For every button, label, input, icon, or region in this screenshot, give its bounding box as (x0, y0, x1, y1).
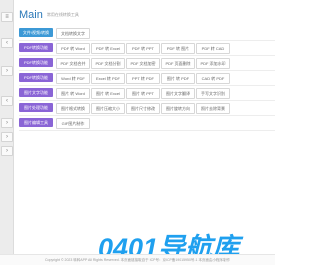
tool-button[interactable]: PDF 转 CAD (196, 43, 230, 54)
tool-button[interactable]: PDF 文档加密 (126, 58, 160, 69)
tool-button[interactable]: PDF 页面删除 (161, 58, 195, 69)
sidebar: ≡ ‹ › ‹ › › › (0, 0, 14, 264)
category-tag[interactable]: PDF转换功能 (19, 73, 53, 82)
category-tag[interactable]: PDF转换功能 (19, 43, 53, 52)
tool-group: GIF图片制作 (56, 118, 275, 129)
tool-row: 文件/视频/转换 文档转换文字 (19, 27, 275, 41)
tool-button[interactable]: Word 转 PDF (56, 73, 90, 84)
sidebar-item-5-button[interactable]: › (1, 132, 13, 142)
tool-button[interactable]: 照片去除背景 (196, 103, 230, 114)
category-tag[interactable]: 图片处理功能 (19, 103, 53, 112)
tool-button[interactable]: PDF 转 PPT (126, 43, 160, 54)
tool-row: PDF转换功能 PDF 文档合并 PDF 文档分割 PDF 文档加密 PDF 页… (19, 57, 275, 71)
tool-row: PDF转换功能 Word 转 PDF Excel 转 PDF PPT 转 PDF… (19, 72, 275, 86)
tool-button[interactable]: 手写文字识别 (196, 88, 230, 99)
category-tag[interactable]: 图片编辑工具 (19, 118, 53, 127)
chevron-right-icon: › (6, 134, 8, 140)
tool-button[interactable]: 图片 转 Excel (91, 88, 125, 99)
sidebar-item-1-button[interactable]: ‹ (1, 38, 13, 48)
tool-button[interactable]: 图片文字翻译 (161, 88, 195, 99)
tool-button[interactable]: 图片格式转换 (56, 103, 90, 114)
sidebar-item-3-button[interactable]: ‹ (1, 96, 13, 106)
chevron-left-icon: ‹ (6, 40, 8, 46)
tool-row: 图片编辑工具 GIF图片制作 (19, 117, 275, 131)
sidebar-menu-button[interactable]: ≡ (1, 12, 13, 22)
tool-button[interactable]: 图片 转 PPT (126, 88, 160, 99)
tool-group: 图片格式转换 图片压缩大小 图片尺寸修改 图片旋转方向 照片去除背景 (56, 103, 275, 114)
page-title: Main (19, 9, 43, 21)
tool-row: 图片处理功能 图片格式转换 图片压缩大小 图片尺寸修改 图片旋转方向 照片去除背… (19, 102, 275, 116)
tool-button[interactable]: 图片 转 PDF (161, 73, 195, 84)
tool-button[interactable]: 图片旋转方向 (161, 103, 195, 114)
tool-button[interactable]: 文档转换文字 (56, 28, 90, 39)
sidebar-item-2-button[interactable]: › (1, 66, 13, 76)
sidebar-item-6-button[interactable]: › (1, 146, 13, 156)
tool-button[interactable]: PDF 文档分割 (91, 58, 125, 69)
tool-button[interactable]: PDF 转 图片 (161, 43, 195, 54)
tool-button[interactable]: PDF 转 Excel (91, 43, 125, 54)
tool-button[interactable]: GIF图片制作 (56, 118, 90, 129)
tool-group: PDF 转 Word PDF 转 Excel PDF 转 PPT PDF 转 图… (56, 43, 275, 54)
tool-group: Word 转 PDF Excel 转 PDF PPT 转 PDF 图片 转 PD… (56, 73, 275, 84)
category-tag[interactable]: 图片文字功能 (19, 88, 53, 97)
category-tag[interactable]: PDF转换功能 (19, 58, 53, 67)
footer-copyright: Copyright © 2023 转转APP All Rights Reserv… (45, 258, 230, 262)
tool-group: 图片 转 Word 图片 转 Excel 图片 转 PPT 图片文字翻译 手写文… (56, 88, 275, 99)
tool-button[interactable]: PDF 文档合并 (56, 58, 90, 69)
chevron-left-icon: ‹ (6, 98, 8, 104)
sidebar-item-4-button[interactable]: › (1, 118, 13, 128)
page-subtitle: 常用在线转换工具 (46, 12, 79, 18)
tool-rows: 文件/视频/转换 文档转换文字 PDF转换功能 PDF 转 Word PDF 转… (19, 27, 275, 132)
tool-group: PDF 文档合并 PDF 文档分割 PDF 文档加密 PDF 页面删除 PDF … (56, 58, 275, 69)
tool-button[interactable]: PDF 转 Word (56, 43, 90, 54)
main-panel: Main 常用在线转换工具 文件/视频/转换 文档转换文字 PDF转换功能 PDF… (14, 0, 275, 264)
tool-button[interactable]: CAD 转 PDF (196, 73, 230, 84)
tool-row: PDF转换功能 PDF 转 Word PDF 转 Excel PDF 转 PPT… (19, 42, 275, 56)
page-header: Main 常用在线转换工具 (19, 9, 79, 21)
chevron-right-icon: › (6, 120, 8, 126)
category-tag[interactable]: 文件/视频/转换 (19, 28, 53, 37)
tool-button[interactable]: 图片 转 Word (56, 88, 90, 99)
tool-group: 文档转换文字 (56, 28, 275, 39)
tool-button[interactable]: 图片压缩大小 (91, 103, 125, 114)
chevron-right-icon: › (6, 148, 8, 154)
tool-row: 图片文字功能 图片 转 Word 图片 转 Excel 图片 转 PPT 图片文… (19, 87, 275, 101)
footer: Copyright © 2023 转转APP All Rights Reserv… (0, 254, 275, 265)
tool-button[interactable]: Excel 转 PDF (91, 73, 125, 84)
tool-button[interactable]: PDF 添加水印 (196, 58, 230, 69)
chevron-right-icon: › (6, 68, 8, 74)
menu-icon: ≡ (5, 14, 9, 20)
tool-button[interactable]: 图片尺寸修改 (126, 103, 160, 114)
tool-button[interactable]: PPT 转 PDF (126, 73, 160, 84)
